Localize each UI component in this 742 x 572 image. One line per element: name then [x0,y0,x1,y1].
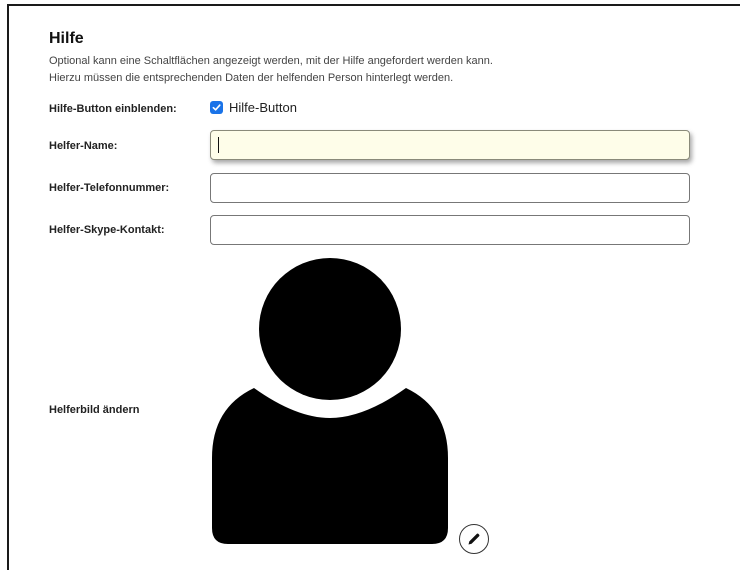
helper-name-label: Helfer-Name: [49,140,118,152]
person-silhouette-icon[interactable] [210,258,450,544]
help-button-checkbox-label: Hilfe-Button [229,100,297,115]
edit-image-button[interactable] [459,524,489,554]
section-description: Optional kann eine Schaltflächen angezei… [49,55,493,67]
section-description: Hierzu müssen die entsprechenden Daten d… [49,72,454,84]
helper-phone-field[interactable] [210,173,690,203]
helper-skype-field[interactable] [210,215,690,245]
section-title: Hilfe [49,30,84,47]
pencil-icon [468,533,480,545]
help-button-checkbox[interactable] [210,101,223,114]
checkmark-icon [212,104,221,111]
text-caret [218,137,219,153]
helper-skype-label: Helfer-Skype-Kontakt: [49,224,165,236]
helper-phone-label: Helfer-Telefonnummer: [49,182,170,194]
help-button-checkbox-row[interactable]: Hilfe-Button [210,100,297,115]
helper-image-label: Helferbild ändern [49,404,140,416]
helper-name-field[interactable] [210,130,690,160]
help-button-label: Hilfe-Button einblenden: [49,103,177,115]
